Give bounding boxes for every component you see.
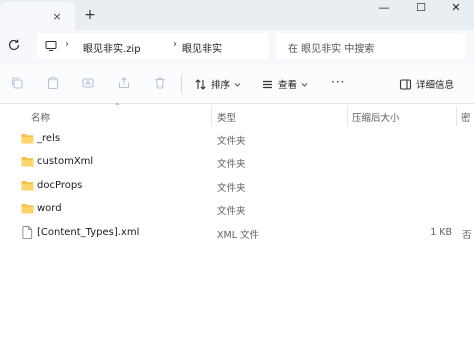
new-tab-button[interactable]: + — [82, 6, 98, 24]
file-type: 文件夹 — [217, 159, 246, 170]
monitor-icon — [45, 41, 57, 51]
breadcrumb-item-zip[interactable]: 眼见非实.zip — [83, 40, 141, 55]
folder-icon — [21, 204, 34, 214]
file-size: 1 KB — [430, 227, 452, 238]
details-button[interactable]: 详细信息 — [399, 75, 454, 93]
minimize-button[interactable]: — — [366, 0, 402, 18]
file-type: 文件夹 — [217, 206, 246, 217]
details-label: 详细信息 — [416, 80, 455, 91]
share-icon[interactable] — [117, 76, 131, 90]
list-item[interactable]: _rels 文件夹 — [0, 128, 474, 150]
search-box[interactable]: 在 眼见非实 中搜索 — [276, 33, 466, 59]
file-name: word — [37, 203, 62, 214]
column-header-extra[interactable]: 密 — [461, 110, 471, 124]
close-button[interactable]: ✕ — [438, 0, 474, 18]
column-separator[interactable] — [211, 106, 212, 126]
delete-icon[interactable] — [153, 76, 167, 90]
sort-indicator-icon: ⌃ — [114, 102, 121, 111]
breadcrumb[interactable]: › 眼见非实.zip › 眼见非实 — [37, 33, 269, 59]
command-bar: 排序 查看 ··· 详细信息 — [0, 64, 474, 104]
folder-icon — [21, 181, 34, 191]
column-separator[interactable] — [347, 106, 348, 126]
file-name: [Content_Types].xml — [37, 227, 140, 238]
view-button[interactable]: 查看 — [261, 75, 308, 93]
title-bar: × + — ☐ ✕ — [0, 0, 474, 30]
file-list: ⌃ 名称 类型 压缩后大小 密 _rels 文件夹 customXml 文件夹 … — [0, 102, 474, 351]
sort-icon — [195, 78, 206, 90]
maximize-button[interactable]: ☐ — [403, 0, 439, 18]
chevron-down-icon — [234, 82, 241, 87]
column-header-name[interactable]: 名称 — [31, 110, 50, 124]
file-icon — [22, 226, 33, 239]
sort-button[interactable]: 排序 — [194, 75, 241, 93]
more-options-button[interactable]: ··· — [331, 75, 345, 89]
file-type: 文件夹 — [217, 136, 246, 147]
view-label: 查看 — [278, 80, 298, 91]
copy-icon[interactable] — [10, 76, 24, 90]
list-item[interactable]: docProps 文件夹 — [0, 175, 474, 197]
column-separator[interactable] — [456, 106, 457, 126]
paste-icon[interactable] — [46, 76, 60, 90]
sort-label: 排序 — [211, 80, 231, 91]
rename-icon[interactable] — [81, 76, 95, 90]
breadcrumb-separator: › — [65, 39, 69, 50]
file-name: docProps — [37, 180, 83, 191]
list-item[interactable]: word 文件夹 — [0, 198, 474, 220]
file-name: customXml — [37, 156, 94, 167]
column-header-type[interactable]: 类型 — [217, 110, 236, 124]
breadcrumb-item-folder[interactable]: 眼见非实 — [182, 40, 222, 55]
list-item[interactable]: [Content_Types].xml XML 文件 1 KB 否 — [0, 222, 474, 244]
file-type: 文件夹 — [217, 183, 246, 194]
file-name: _rels — [37, 133, 61, 144]
column-header-compressed-size[interactable]: 压缩后大小 — [352, 110, 400, 124]
search-input[interactable]: 在 眼见非实 中搜索 — [288, 40, 374, 55]
address-bar: › 眼见非实.zip › 眼见非实 在 眼见非实 中搜索 — [0, 30, 474, 64]
list-item[interactable]: customXml 文件夹 — [0, 151, 474, 173]
tab-close-button[interactable]: × — [50, 10, 64, 24]
window-tab[interactable]: × — [0, 2, 75, 30]
refresh-icon[interactable] — [6, 38, 22, 54]
view-icon — [263, 80, 272, 88]
details-pane-icon — [399, 78, 412, 90]
breadcrumb-separator: › — [173, 39, 177, 50]
file-extra: 否 — [462, 230, 472, 241]
toolbar-divider — [181, 74, 182, 94]
chevron-down-icon — [301, 82, 308, 87]
folder-icon — [21, 134, 34, 144]
file-type: XML 文件 — [217, 230, 260, 241]
folder-icon — [21, 157, 34, 167]
